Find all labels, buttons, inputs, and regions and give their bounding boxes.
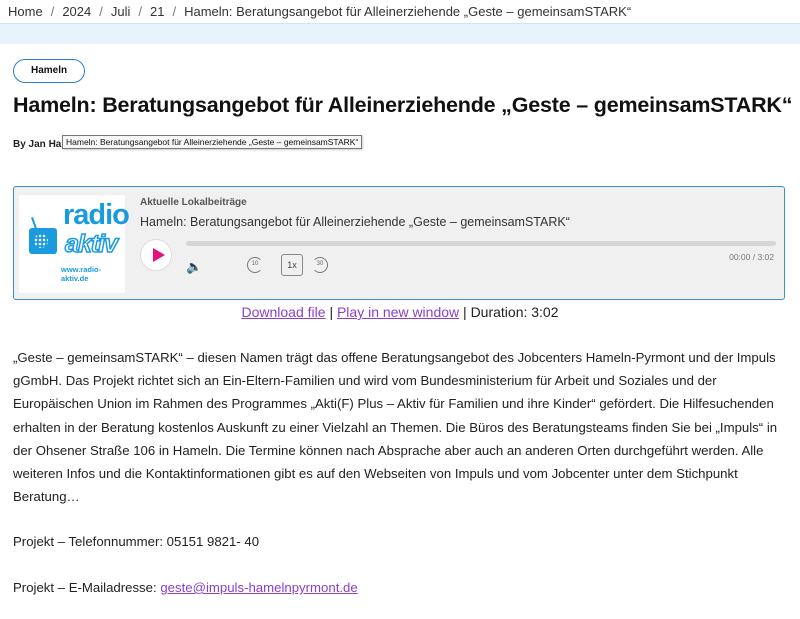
email-label: Projekt – E-Mailadresse:	[13, 580, 157, 595]
play-icon[interactable]	[140, 239, 172, 271]
player-time: 00:00 / 3:02	[729, 252, 774, 262]
breadcrumb-current: Hameln: Beratungsangebot für Alleinerzie…	[184, 3, 632, 19]
page-title: Hameln: Beratungsangebot für Alleinerzie…	[13, 93, 793, 117]
logo-url: www.radio-aktiv.de	[61, 265, 102, 283]
email-link[interactable]: geste@impuls-hamelnpyrmont.de	[160, 580, 357, 595]
logo-text-radio: radio	[63, 199, 130, 231]
player-category: Aktuelle Lokalbeiträge	[140, 197, 247, 208]
breadcrumb-separator: /	[99, 3, 103, 19]
author-byline: By Jan Har	[13, 139, 66, 150]
radio-icon	[29, 217, 57, 254]
logo-text-aktiv: aktiv	[64, 229, 118, 259]
breadcrumb-day[interactable]: 21	[150, 4, 164, 19]
title-tooltip: Hameln: Beratungsangebot für Alleinerzie…	[62, 135, 363, 149]
phone-line: Projekt – Telefonnummer: 05151 9821- 40	[13, 534, 260, 549]
forward-30-icon[interactable]: 30	[312, 257, 328, 273]
download-line: Download file | Play in new window | Dur…	[0, 304, 800, 320]
playback-speed-button[interactable]: 1x	[281, 254, 303, 276]
separator: |	[463, 304, 467, 320]
podcast-player: radio aktiv www.radio-aktiv.de Aktuelle …	[13, 186, 785, 300]
breadcrumb-year[interactable]: 2024	[62, 4, 91, 19]
radio-aktiv-logo: radio aktiv www.radio-aktiv.de	[19, 195, 130, 293]
breadcrumb-separator: /	[50, 3, 55, 19]
download-file-link[interactable]: Download file	[241, 304, 325, 320]
volume-icon[interactable]: 🔈	[186, 259, 202, 275]
rewind-10-icon[interactable]: 10	[247, 257, 263, 273]
email-line: Projekt – E-Mailadresse: geste@impuls-ha…	[13, 580, 358, 595]
separator: |	[329, 304, 334, 320]
breadcrumb-month[interactable]: Juli	[111, 4, 131, 19]
category-tag[interactable]: Hameln	[13, 59, 86, 83]
breadcrumb-home[interactable]: Home	[8, 4, 43, 19]
header-band	[0, 23, 800, 44]
duration-text: Duration: 3:02	[470, 304, 559, 320]
article-paragraph: „Geste – gemeinsamSTARK“ – diesen Namen …	[13, 350, 778, 505]
breadcrumb-separator: /	[172, 3, 177, 19]
progress-bar[interactable]	[186, 241, 776, 246]
breadcrumb-separator: /	[138, 3, 142, 19]
play-new-window-link[interactable]: Play in new window	[337, 304, 459, 320]
breadcrumb: Home / 2024 / Juli / 21 / Hameln: Beratu…	[0, 0, 800, 22]
player-episode-title: Hameln: Beratungsangebot für Alleinerzie…	[140, 215, 570, 229]
